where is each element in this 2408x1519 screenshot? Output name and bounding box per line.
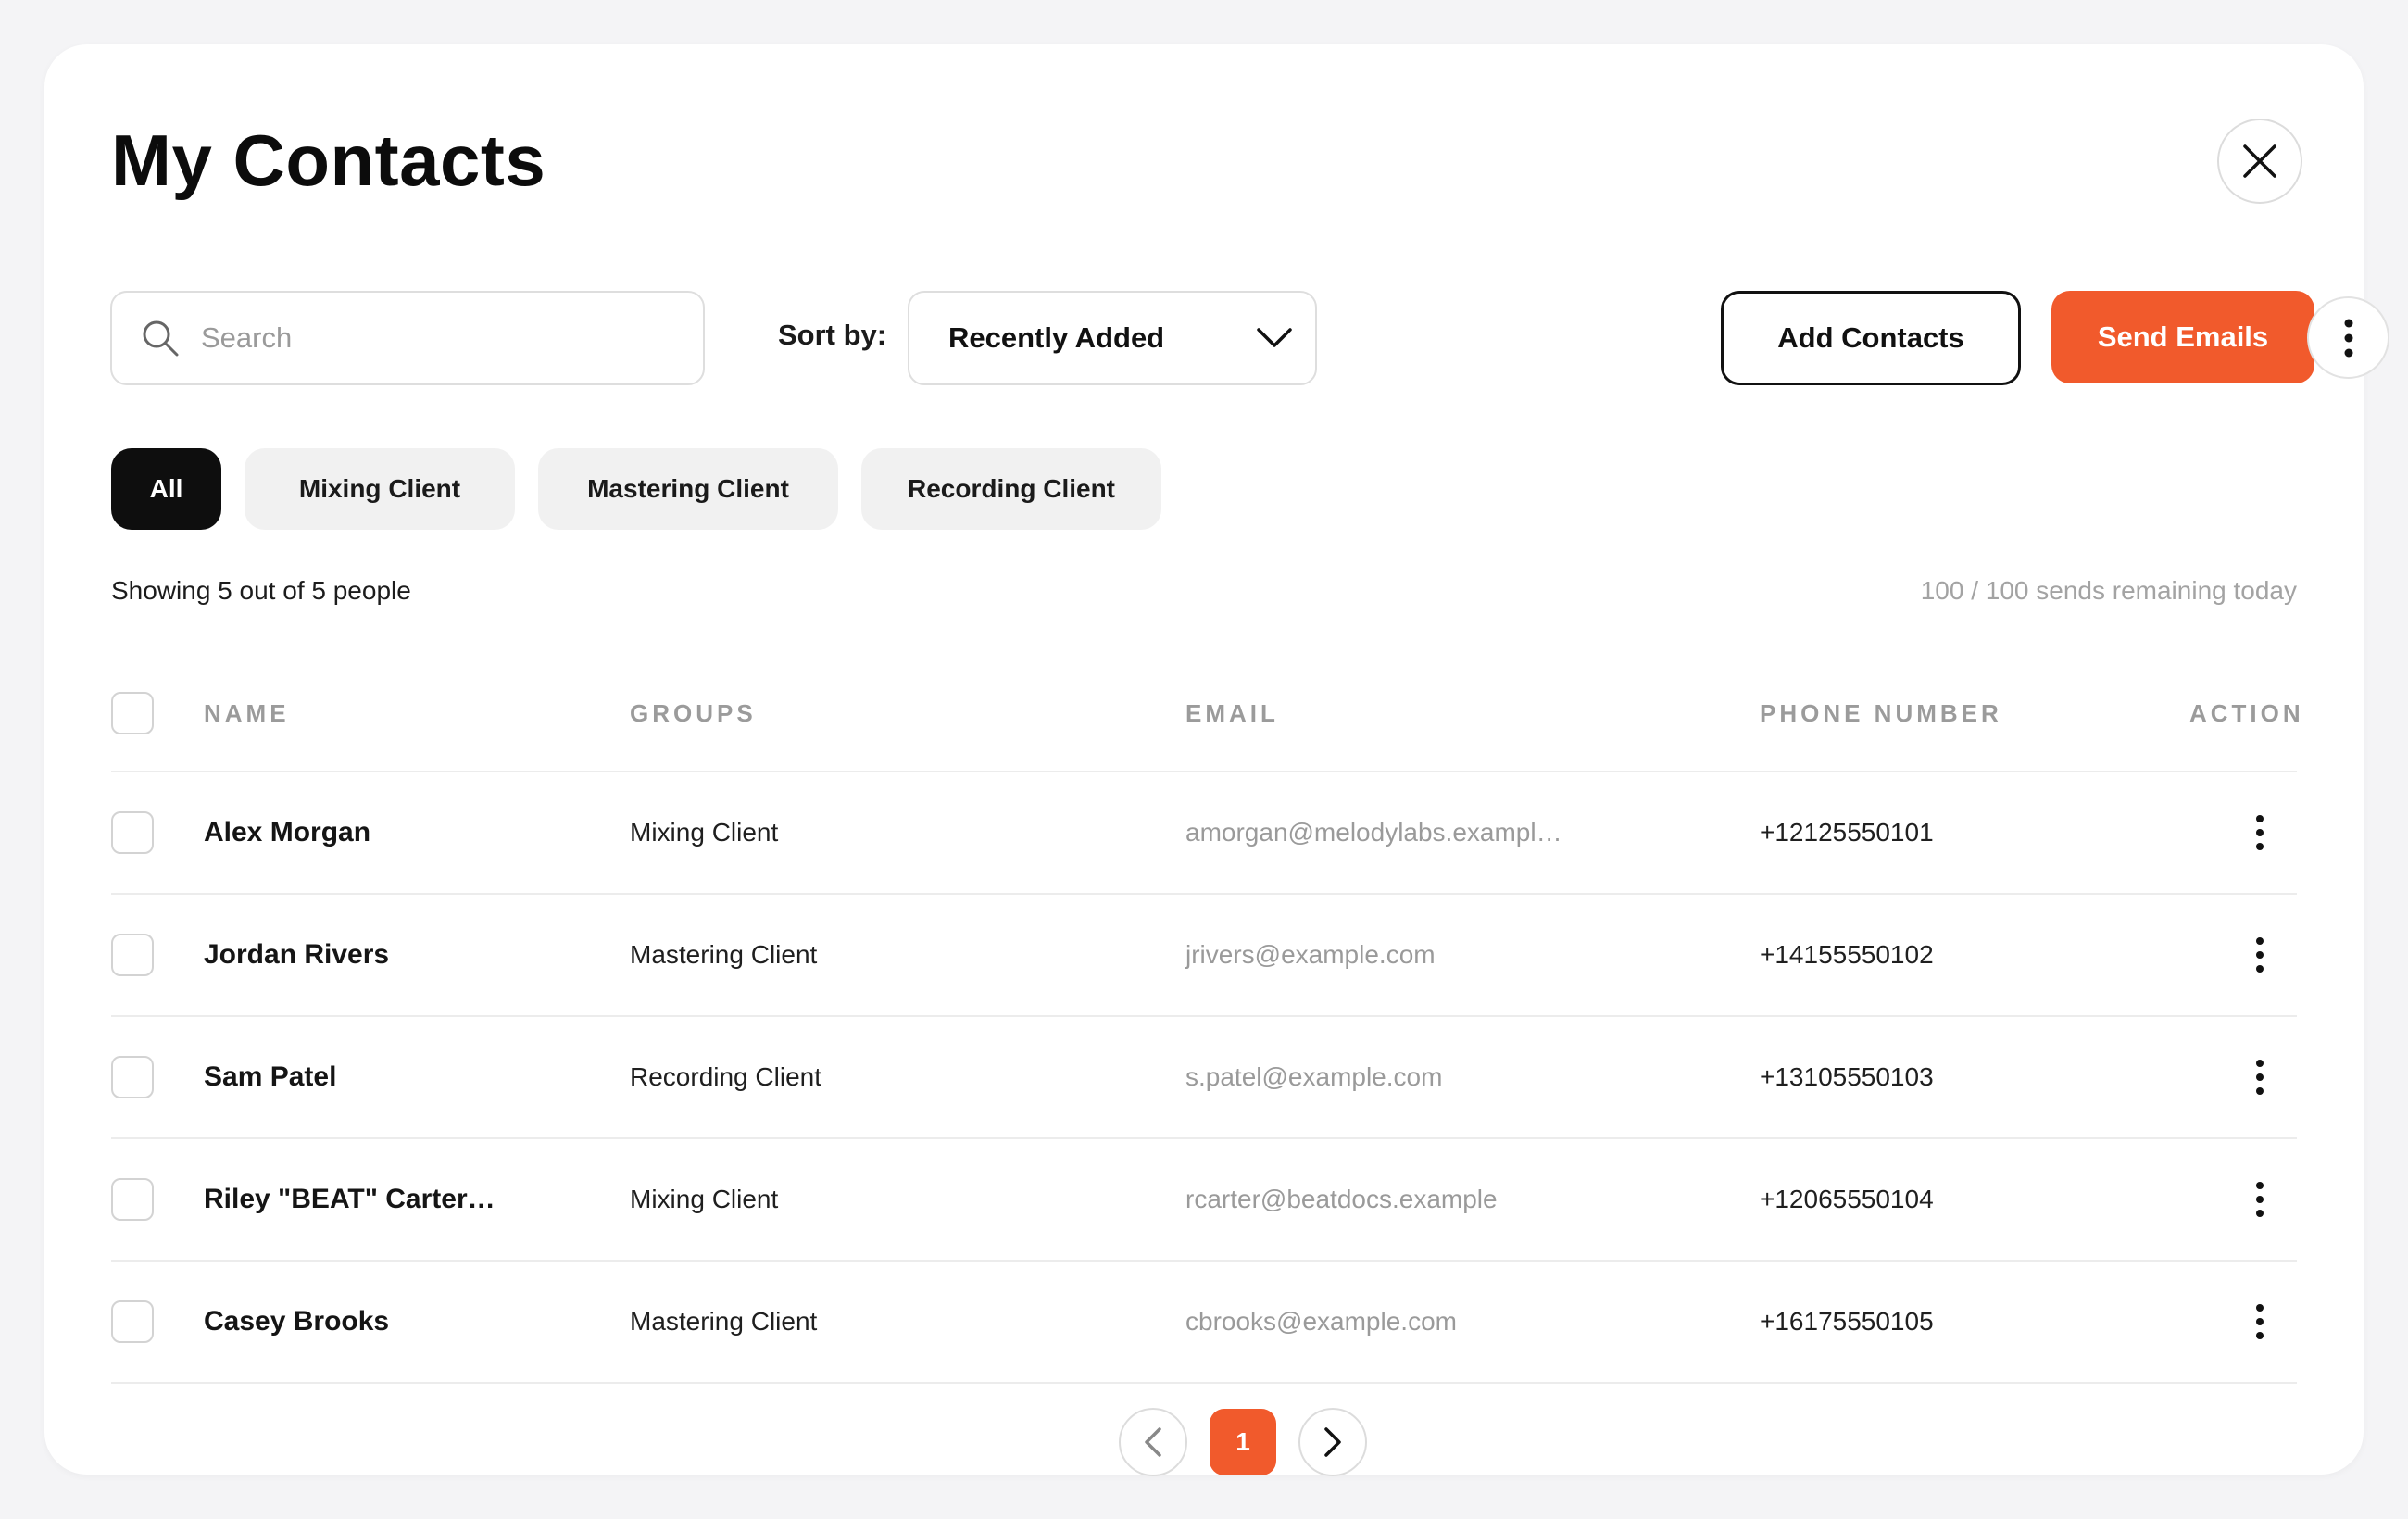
search-placeholder: Search — [201, 321, 293, 354]
close-button[interactable] — [2217, 119, 2302, 204]
contacts-modal: My Contacts Search Sort by: Recently Add… — [44, 44, 2389, 1476]
contact-name: Riley "BEAT" Carter… — [204, 1184, 495, 1214]
row-checkbox[interactable] — [111, 1300, 154, 1343]
send-emails-button[interactable]: Send Emails — [2051, 291, 2314, 383]
row-action-button[interactable] — [2241, 927, 2278, 983]
table-row: Riley "BEAT" Carter… Mixing Client rcart… — [111, 1139, 2297, 1262]
row-action-button[interactable] — [2241, 805, 2278, 860]
more-vertical-icon — [2256, 937, 2264, 973]
column-header-email: EMAIL — [1185, 698, 1279, 727]
contact-group: Mastering Client — [630, 1307, 818, 1336]
table-header: NAME GROUPS EMAIL PHONE NUMBER ACTION — [111, 656, 2301, 772]
row-action-button[interactable] — [2241, 1049, 2278, 1105]
add-contacts-button[interactable]: Add Contacts — [1721, 291, 2021, 385]
chevron-right-icon — [1324, 1427, 1341, 1457]
page-title: My Contacts — [111, 119, 546, 201]
column-header-phone: PHONE NUMBER — [1760, 698, 2002, 727]
contact-name: Sam Patel — [204, 1061, 337, 1092]
row-checkbox[interactable] — [111, 811, 154, 854]
more-vertical-icon — [2256, 1304, 2264, 1339]
table-row: Sam Patel Recording Client s.patel@examp… — [111, 1017, 2297, 1139]
contact-email: amorgan@melodylabs.exampl… — [1185, 818, 1562, 847]
contact-phone: +14155550102 — [1760, 940, 1934, 969]
chevron-left-icon — [1145, 1427, 1161, 1457]
filter-chip-all[interactable]: All — [111, 448, 221, 530]
row-checkbox[interactable] — [111, 1178, 154, 1221]
table-row: Casey Brooks Mastering Client cbrooks@ex… — [111, 1262, 2297, 1384]
select-all-checkbox[interactable] — [111, 692, 154, 734]
showing-count: Showing 5 out of 5 people — [111, 576, 411, 605]
close-icon — [2243, 144, 2276, 178]
contacts-table: NAME GROUPS EMAIL PHONE NUMBER ACTION Al… — [111, 656, 2301, 1384]
filter-chip-recording[interactable]: Recording Client — [861, 448, 1161, 530]
more-vertical-icon — [2256, 1182, 2264, 1217]
filter-chip-mastering[interactable]: Mastering Client — [538, 448, 838, 530]
sort-select[interactable]: Recently Added — [908, 291, 1317, 385]
sort-value: Recently Added — [948, 321, 1165, 354]
page-number[interactable]: 1 — [1210, 1409, 1276, 1475]
more-vertical-icon — [2256, 815, 2264, 850]
contact-email: cbrooks@example.com — [1185, 1307, 1457, 1336]
contact-group: Mixing Client — [630, 1185, 779, 1213]
next-page-button[interactable] — [1298, 1408, 1367, 1476]
contact-phone: +16175550105 — [1760, 1307, 1934, 1336]
filter-chip-mixing[interactable]: Mixing Client — [245, 448, 515, 530]
contact-phone: +12065550104 — [1760, 1185, 1934, 1213]
contact-name: Jordan Rivers — [204, 939, 390, 970]
contact-group: Recording Client — [630, 1062, 821, 1091]
contact-email: rcarter@beatdocs.example — [1185, 1185, 1498, 1213]
row-checkbox[interactable] — [111, 934, 154, 976]
column-header-name: NAME — [204, 698, 290, 727]
search-icon — [143, 320, 179, 357]
search-input[interactable]: Search — [110, 291, 705, 385]
contact-email: s.patel@example.com — [1185, 1062, 1443, 1091]
more-options-button[interactable] — [2307, 296, 2389, 379]
more-vertical-icon — [2256, 1060, 2264, 1095]
contact-phone: +13105550103 — [1760, 1062, 1934, 1091]
row-action-button[interactable] — [2241, 1294, 2278, 1350]
sends-remaining: 100 / 100 sends remaining today — [1920, 576, 2297, 605]
chevron-down-icon — [1257, 328, 1292, 347]
table-row: Alex Morgan Mixing Client amorgan@melody… — [111, 772, 2297, 895]
table-row: Jordan Rivers Mastering Client jrivers@e… — [111, 895, 2297, 1017]
contact-email: jrivers@example.com — [1185, 940, 1436, 969]
contact-group: Mixing Client — [630, 818, 779, 847]
more-vertical-icon — [2344, 319, 2352, 357]
column-header-groups: GROUPS — [630, 698, 757, 727]
sort-label: Sort by: — [778, 319, 887, 351]
contact-phone: +12125550101 — [1760, 818, 1934, 847]
contact-name: Alex Morgan — [204, 817, 371, 847]
prev-page-button[interactable] — [1119, 1408, 1187, 1476]
contact-group: Mastering Client — [630, 940, 818, 969]
row-action-button[interactable] — [2241, 1172, 2278, 1227]
contact-name: Casey Brooks — [204, 1306, 390, 1337]
pagination: 1 — [1119, 1408, 1367, 1476]
group-filters: All Mixing Client Mastering Client Recor… — [111, 448, 1161, 530]
row-checkbox[interactable] — [111, 1056, 154, 1098]
column-header-action: ACTION — [2189, 698, 2304, 727]
